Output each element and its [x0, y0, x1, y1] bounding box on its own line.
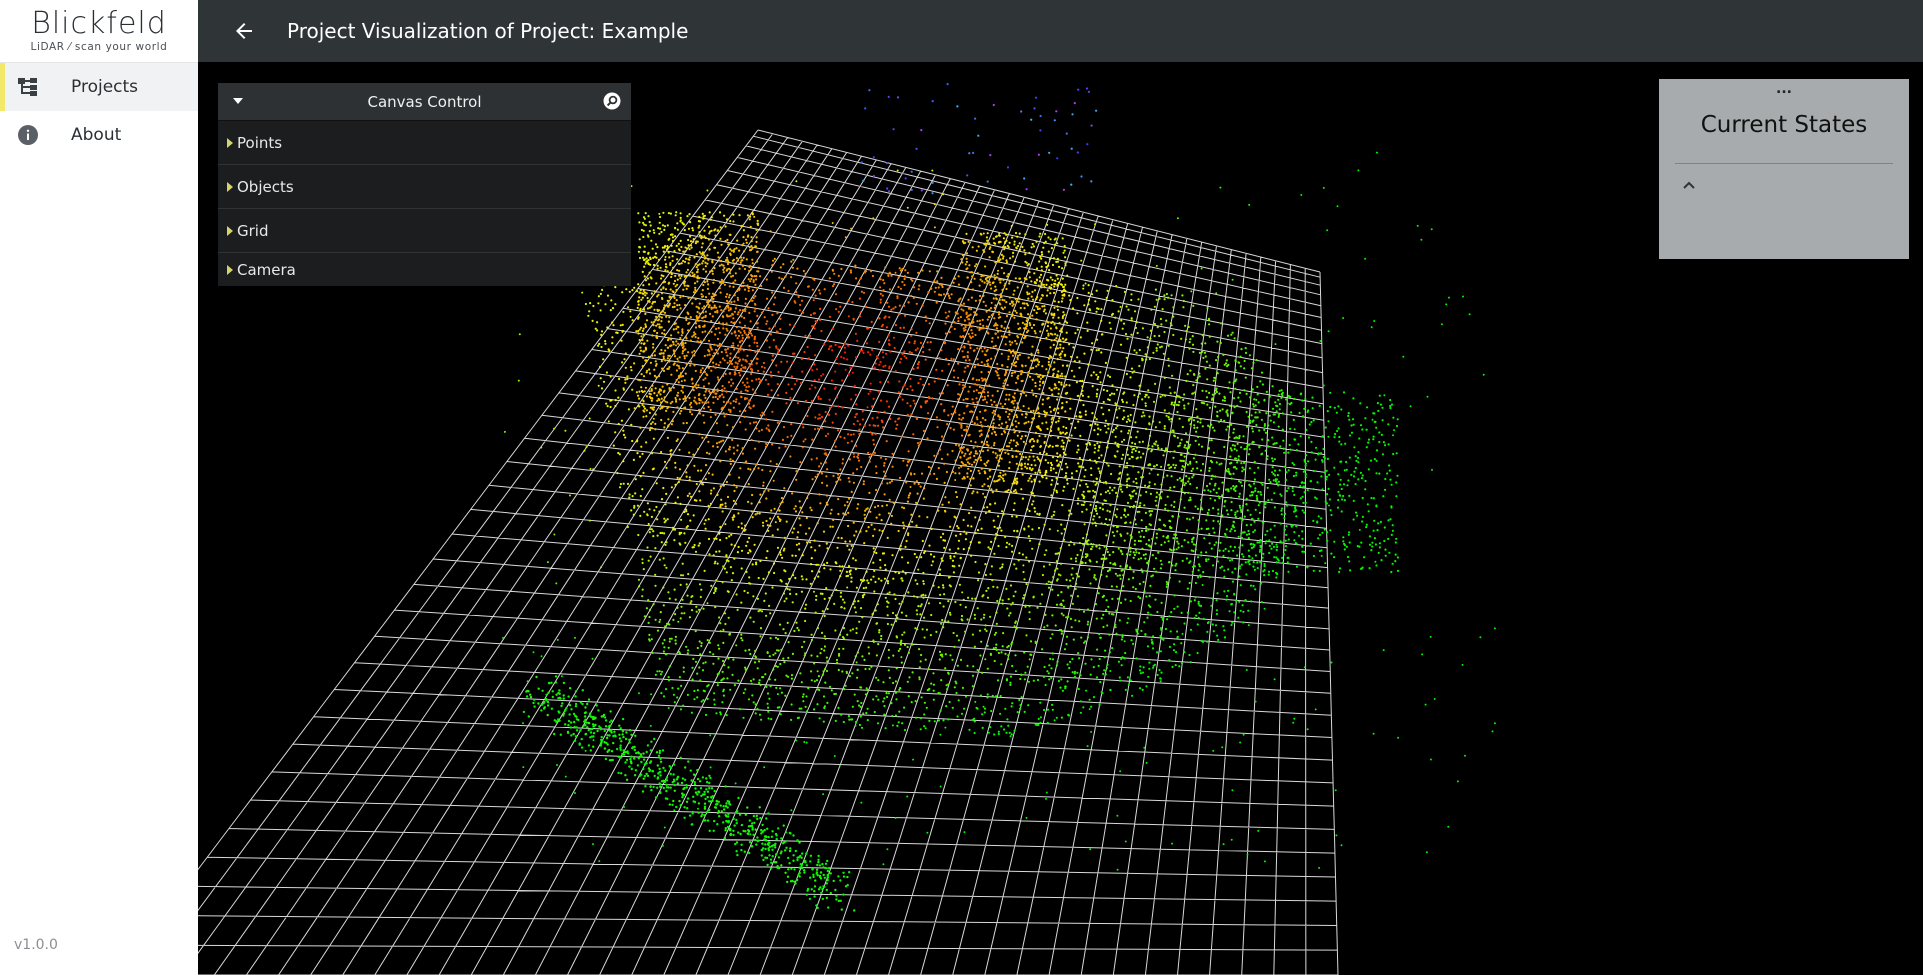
- current-states-title: Current States: [1700, 112, 1868, 138]
- caret-right-icon: [227, 264, 233, 275]
- point-cloud-viewport[interactable]: Canvas Control Points Objects Grid Camer…: [198, 62, 1923, 975]
- blickfeld-logo[interactable]: Blickfeld LiDAR ⁄ scan your world: [0, 0, 198, 63]
- page-title: Project Visualization of Project: Exampl…: [287, 19, 689, 43]
- canvas-control-title: Canvas Control: [367, 92, 482, 111]
- canvas-control-panel: Canvas Control Points Objects Grid Camer…: [218, 83, 631, 286]
- logo-wordmark: Blickfeld: [31, 6, 167, 41]
- sidebar-item-label: About: [71, 125, 122, 145]
- app-window: Blickfeld LiDAR ⁄ scan your world Projec…: [0, 0, 1923, 975]
- version-label: v1.0.0: [14, 937, 58, 953]
- caret-down-icon[interactable]: [232, 96, 244, 106]
- folder-label: Grid: [237, 221, 269, 240]
- folder-camera[interactable]: Camera: [218, 253, 631, 286]
- top-bar: Project Visualization of Project: Exampl…: [198, 0, 1923, 62]
- folder-points[interactable]: Points: [218, 121, 631, 165]
- folder-objects[interactable]: Objects: [218, 165, 631, 209]
- folder-grid[interactable]: Grid: [218, 209, 631, 253]
- current-states-panel: ... Current States: [1659, 79, 1909, 259]
- folder-label: Points: [237, 133, 283, 152]
- drag-handle[interactable]: ...: [1659, 79, 1909, 99]
- search-icon[interactable]: [603, 92, 621, 110]
- sidebar: Blickfeld LiDAR ⁄ scan your world Projec…: [0, 0, 198, 975]
- logo-tagline: LiDAR ⁄ scan your world: [30, 41, 168, 53]
- caret-right-icon: [227, 137, 233, 148]
- chevron-up-icon[interactable]: [1682, 180, 1696, 190]
- caret-right-icon: [227, 181, 233, 192]
- folder-label: Objects: [237, 177, 294, 196]
- back-button[interactable]: [232, 19, 256, 43]
- info-icon: [17, 124, 39, 146]
- sidebar-item-label: Projects: [71, 77, 139, 97]
- sidebar-item-about[interactable]: About: [0, 111, 198, 159]
- arrow-left-icon: [236, 23, 252, 39]
- tree-structure-icon: [17, 76, 39, 98]
- sidebar-item-projects[interactable]: Projects: [0, 63, 198, 111]
- canvas-control-header[interactable]: Canvas Control: [218, 83, 631, 121]
- folder-label: Camera: [237, 260, 296, 279]
- divider: [1675, 163, 1893, 164]
- caret-right-icon: [227, 225, 233, 236]
